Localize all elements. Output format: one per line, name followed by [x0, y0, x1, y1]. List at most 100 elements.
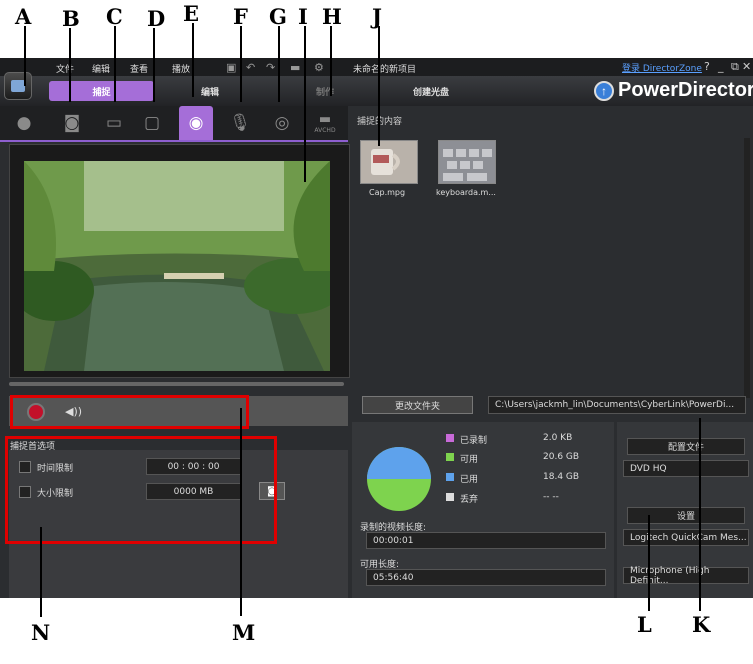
powerdirector-logo-icon: ↑	[594, 80, 614, 101]
legend-available-value: 20.6 GB	[543, 452, 580, 462]
capture-preferences-highlight	[5, 436, 277, 544]
callout-f: F	[233, 4, 248, 29]
menu-bar: 文件 编辑 查看 播放 ▣ ↶ ↷ ▬ ⚙ 未命名的新项目 登录 Directo…	[0, 58, 753, 76]
legend-available-swatch	[446, 453, 454, 461]
pointer-line-k	[699, 418, 701, 611]
legend-discard-value: -- --	[543, 492, 559, 502]
tv-icon[interactable]: ▭	[100, 110, 128, 136]
directorzone-login-link[interactable]: 登录 DirectorZone	[622, 61, 702, 74]
content-scrollbar[interactable]	[744, 138, 750, 398]
callout-i: I	[298, 4, 308, 29]
app-menu-button[interactable]	[4, 72, 32, 100]
profile-button[interactable]: 配置文件	[627, 438, 745, 455]
settings-button[interactable]: 设置	[627, 507, 745, 524]
callout-h: H	[322, 4, 342, 29]
save-icon[interactable]: ▣	[226, 61, 236, 74]
digital-tv-icon[interactable]: ▢	[138, 110, 166, 136]
legend-used-swatch	[446, 473, 454, 481]
optical-disc-icon[interactable]: ◎	[268, 110, 296, 136]
legend-used-label: 已用	[460, 475, 479, 485]
microphone-icon[interactable]: 🎙	[226, 110, 254, 136]
pointer-line-b	[69, 28, 71, 102]
callout-c: C	[106, 4, 123, 29]
help-button[interactable]: ?	[704, 60, 710, 73]
thumbnail-label-cap: Cap.mpg	[369, 188, 406, 197]
callout-e: E	[183, 1, 200, 26]
mode-bar: 捕捉 编辑 制作 创建光盘 ↑ PowerDirector	[0, 76, 753, 106]
webcam-source-icon[interactable]: ●	[10, 110, 38, 136]
pointer-line-c	[114, 26, 116, 102]
pointer-line-h	[330, 26, 332, 96]
tab-create-disc[interactable]: 创建光盘	[386, 81, 476, 101]
toolbar-icon[interactable]: ▬	[290, 61, 300, 74]
restore-button[interactable]: ⧉	[731, 60, 739, 74]
pointer-line-l	[648, 515, 650, 611]
tab-edit[interactable]: 编辑	[170, 81, 250, 101]
pointer-line-d	[153, 28, 155, 102]
menu-play[interactable]: 播放	[172, 62, 190, 75]
profile-value-field: DVD HQ	[623, 460, 749, 477]
callout-a: A	[15, 4, 32, 29]
minimize-button[interactable]: _	[718, 60, 724, 73]
mug-thumbnail	[361, 141, 417, 183]
available-length-field: 05:56:40	[366, 569, 606, 586]
preview-panel	[9, 144, 350, 378]
avchd-label: AVCHD	[314, 127, 336, 134]
redo-icon[interactable]: ↷	[266, 61, 275, 74]
gear-icon[interactable]: ⚙	[314, 61, 324, 74]
pointer-line-e	[192, 23, 194, 97]
settings-panel: 配置文件 DVD HQ 设置 Logitech QuickCam Mes... …	[617, 422, 753, 598]
pointer-line-i	[304, 26, 306, 182]
tab-produce[interactable]: 制作	[290, 81, 360, 101]
video-device-field: Logitech QuickCam Mes...	[623, 529, 749, 546]
legend-recorded-label: 已录制	[460, 436, 488, 446]
undo-icon[interactable]: ↶	[246, 61, 255, 74]
legend-recorded-swatch	[446, 434, 454, 442]
captured-content-area: Cap.mpg keyboarda.m...	[352, 128, 749, 398]
brand-logo: ↑ PowerDirector	[594, 79, 753, 102]
seek-bar[interactable]	[9, 382, 344, 386]
menu-file[interactable]: 文件	[56, 62, 74, 75]
pointer-line-m	[240, 408, 242, 616]
callout-d: D	[147, 6, 166, 31]
callout-l: L	[637, 612, 652, 637]
pointer-line-j	[378, 26, 380, 146]
callout-g: G	[269, 4, 287, 29]
webcam-capture-icon[interactable]: ◉	[179, 106, 213, 140]
brand-name: PowerDirector	[618, 79, 753, 101]
menu-view[interactable]: 查看	[130, 62, 148, 75]
change-folder-button[interactable]: 更改文件夹	[362, 396, 473, 414]
legend-discard-swatch	[446, 493, 454, 501]
callout-n: N	[31, 620, 51, 645]
disk-usage-panel: 已录制 2.0 KB 可用 20.6 GB 已用 18.4 GB 丢弃 -- -…	[352, 422, 614, 598]
pointer-line-a	[24, 26, 26, 86]
callout-m: M	[232, 620, 256, 645]
thumbnail-label-keyboarda: keyboarda.m...	[436, 188, 496, 197]
park-scene-image	[24, 161, 330, 371]
pointer-line-f	[240, 26, 242, 102]
callout-b: B	[62, 6, 80, 31]
keyboard-thumbnail	[439, 141, 495, 183]
callout-k: K	[692, 612, 711, 637]
avchd-icon[interactable]: ▬ AVCHD	[306, 110, 344, 136]
record-controls-highlight	[10, 395, 249, 429]
legend-discard-label: 丢弃	[460, 495, 479, 505]
tab-capture[interactable]: 捕捉	[49, 81, 154, 101]
pointer-line-n	[40, 527, 42, 617]
thumbnail-keyboarda[interactable]	[438, 140, 496, 184]
legend-recorded-value: 2.0 KB	[543, 433, 573, 443]
close-button[interactable]: ✕	[742, 60, 751, 73]
legend-available-label: 可用	[460, 455, 479, 465]
folder-path-field[interactable]: C:\Users\jackmh_lin\Documents\CyberLink\…	[488, 396, 746, 414]
capture-source-bar: ● ◙ ▭ ▢ ◉ 🎙 ◎ ▬ AVCHD	[0, 106, 348, 142]
audio-device-field: Microphone (High Definit...	[623, 566, 749, 586]
menu-edit[interactable]: 编辑	[92, 62, 110, 75]
recorded-length-field: 00:00:01	[366, 532, 606, 549]
callout-j: J	[372, 4, 382, 29]
thumbnail-cap-mpg[interactable]	[360, 140, 418, 184]
legend-used-value: 18.4 GB	[543, 472, 580, 482]
disk-usage-pie	[367, 447, 431, 511]
dv-camcorder-icon[interactable]: ◙	[58, 110, 86, 136]
preview-window	[24, 161, 330, 371]
project-title: 未命名的新项目	[353, 65, 417, 75]
